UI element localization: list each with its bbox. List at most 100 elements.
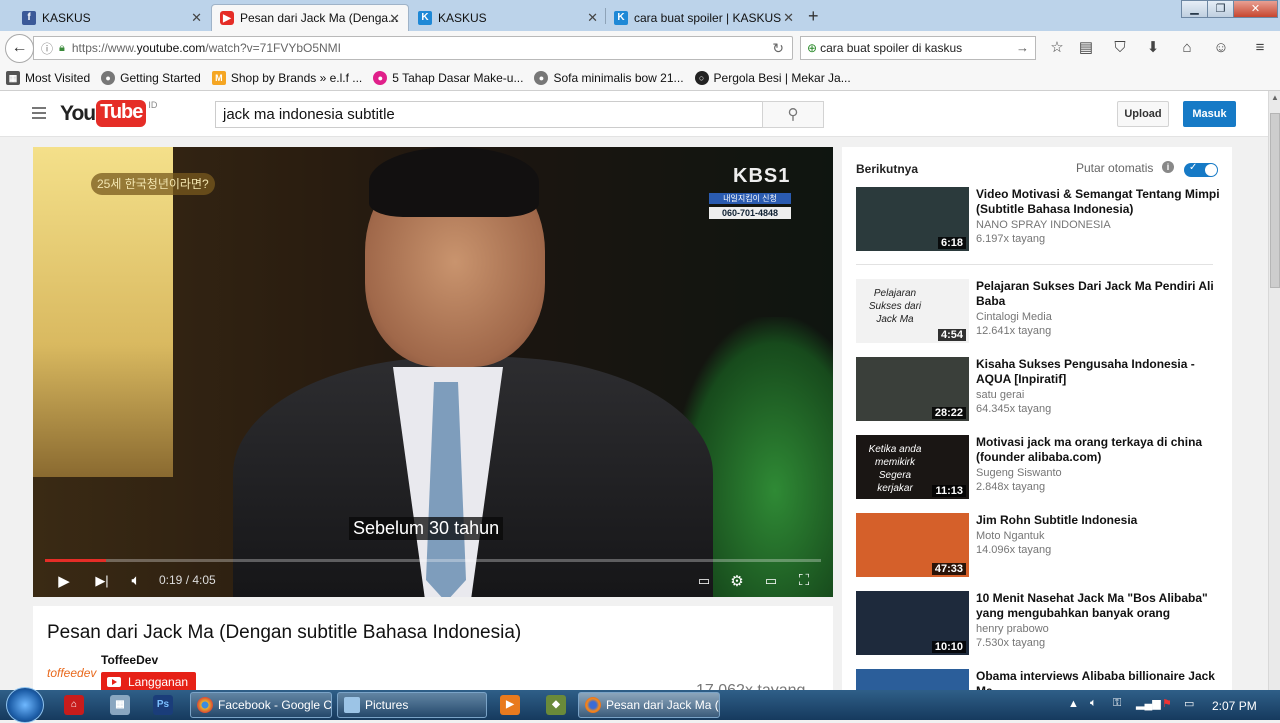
up-next-item[interactable]: Ketika anda memikirk Segera kerjakar 11:1…: [856, 435, 1226, 501]
up-next-item[interactable]: 28:22 Kisaha Sukses Pengusaha Indonesia -…: [856, 357, 1226, 423]
close-window-button[interactable]: ✕: [1233, 0, 1278, 18]
battery-icon[interactable]: ▭: [1184, 697, 1194, 710]
speaker-hair: [369, 147, 539, 217]
task-chrome-facebook[interactable]: Facebook - Google C...: [190, 692, 332, 718]
task-pictures[interactable]: Pictures: [337, 692, 487, 718]
search-button[interactable]: ⚲: [762, 101, 824, 128]
url-bar[interactable]: ⓘ 🔒︎ https://www.youtube.com/watch?v=71F…: [33, 36, 793, 60]
start-button[interactable]: [6, 687, 44, 723]
documents-icon[interactable]: ▦: [110, 695, 130, 715]
video-title-link[interactable]: Jim Rohn Subtitle Indonesia: [976, 513, 1221, 528]
video-thumbnail[interactable]: [856, 669, 969, 690]
toggle-knob: [1205, 164, 1217, 176]
reading-list-icon[interactable]: ▤: [1076, 38, 1096, 58]
video-title-link[interactable]: Motivasi jack ma orang terkaya di china …: [976, 435, 1221, 465]
photoshop-icon[interactable]: Ps: [153, 695, 173, 715]
view-count: 7.530x tayang: [976, 637, 1046, 649]
bookmark-shop-by-brands[interactable]: M Shop by Brands » e.l.f ...: [211, 71, 362, 85]
scrollbar-thumb[interactable]: [1270, 113, 1280, 288]
menu-icon[interactable]: ≡: [1250, 38, 1270, 58]
bookmark-most-visited[interactable]: ▦ Most Visited: [6, 71, 90, 85]
search-icon: ⚲: [787, 106, 799, 123]
info-icon[interactable]: i: [1162, 161, 1174, 173]
back-button[interactable]: ←: [5, 34, 34, 63]
theater-mode-icon[interactable]: ▭: [760, 564, 782, 597]
makeup-icon: ●: [373, 71, 388, 85]
usb-icon[interactable]: ⚿: [1113, 697, 1121, 710]
chrome-icon: [197, 697, 213, 713]
up-next-item[interactable]: Pelajaran Sukses dari Jack Ma 4:54 Pelajar…: [856, 279, 1226, 345]
channel-avatar[interactable]: toffeedev: [47, 666, 96, 680]
youtube-logo[interactable]: You Tube ID: [60, 100, 157, 127]
acrobat-icon[interactable]: ⌂: [64, 695, 84, 715]
youtube-search-input[interactable]: jack ma indonesia subtitle: [215, 101, 762, 128]
bookmark-star-icon[interactable]: ☆: [1047, 38, 1067, 58]
bookmark-getting-started[interactable]: ● Getting Started: [101, 71, 201, 85]
media-player-icon[interactable]: ▶: [500, 695, 520, 715]
play-icon[interactable]: ▶: [53, 564, 75, 597]
bookmark-pergola[interactable]: ○ Pergola Besi | Mekar Ja...: [694, 71, 851, 85]
up-next-item[interactable]: 10:10 10 Menit Nasehat Jack Ma "Bos Aliba…: [856, 591, 1226, 657]
video-thumbnail[interactable]: 10:10: [856, 591, 969, 655]
tab-separator: [605, 8, 606, 24]
video-thumbnail[interactable]: Pelajaran Sukses dari Jack Ma 4:54: [856, 279, 969, 343]
video-title-link[interactable]: Video Motivasi & Semangat Tentang Mimpi …: [976, 187, 1221, 217]
video-thumbnail[interactable]: 47:33: [856, 513, 969, 577]
tab-kaskus[interactable]: K KASKUS ✕: [410, 4, 606, 31]
reload-icon[interactable]: ↻: [772, 40, 784, 57]
volume-icon[interactable]: 🔈︎: [125, 564, 147, 597]
video-title-link[interactable]: Kisaha Sukses Pengusaha Indonesia - AQUA…: [976, 357, 1221, 387]
video-thumbnail[interactable]: 28:22: [856, 357, 969, 421]
task-firefox-active[interactable]: Pesan dari Jack Ma (...: [578, 692, 720, 718]
page-scrollbar[interactable]: ▲: [1268, 91, 1280, 690]
bookmark-sofa[interactable]: ● Sofa minimalis bow 21...: [534, 71, 684, 85]
sign-in-button[interactable]: Masuk: [1183, 101, 1236, 127]
tab-youtube-active[interactable]: ▶ Pesan dari Jack Ma (Denga... ✕: [211, 4, 409, 31]
progress-bar[interactable]: [45, 559, 821, 562]
next-video-icon[interactable]: ▶|: [91, 564, 113, 597]
video-player[interactable]: 25세 한국청년이라면? KBS1 내일지킴이 신청 060-701-4848 …: [33, 147, 833, 597]
maximize-button[interactable]: ❐: [1207, 0, 1234, 18]
close-tab-icon[interactable]: ✕: [191, 10, 202, 26]
new-tab-button[interactable]: +: [808, 6, 819, 27]
browser-search-field[interactable]: ⊕ cara buat spoiler di kaskus →: [800, 36, 1036, 60]
minimize-button[interactable]: ▁: [1181, 0, 1208, 18]
video-title-link[interactable]: Pelajaran Sukses Dari Jack Ma Pendiri Al…: [976, 279, 1221, 309]
video-title-link[interactable]: Obama interviews Alibaba billionaire Jac…: [976, 669, 1221, 690]
up-next-item[interactable]: Obama interviews Alibaba billionaire Jac…: [856, 669, 1226, 690]
tab-cara-buat-spoiler[interactable]: K cara buat spoiler | KASKUS ✕: [606, 4, 802, 31]
close-tab-icon[interactable]: ✕: [389, 11, 400, 27]
bookmark-make-up[interactable]: ● 5 Tahap Dasar Make-u...: [373, 71, 523, 85]
settings-gear-icon[interactable]: ⚙: [726, 564, 748, 597]
pocket-icon[interactable]: ⛉: [1110, 38, 1130, 58]
channel-name[interactable]: ToffeeDev: [101, 653, 158, 667]
search-go-icon[interactable]: →: [1016, 40, 1029, 55]
close-tab-icon[interactable]: ✕: [783, 10, 794, 26]
volume-tray-icon[interactable]: 🔈︎: [1090, 697, 1097, 710]
fullscreen-icon[interactable]: ⛶: [793, 564, 815, 597]
info-icon[interactable]: ⓘ: [41, 40, 53, 57]
downloads-icon[interactable]: ⬇: [1143, 38, 1163, 58]
app-icon[interactable]: ◆: [546, 695, 566, 715]
video-title-link[interactable]: 10 Menit Nasehat Jack Ma "Bos Alibaba" y…: [976, 591, 1221, 621]
video-thumbnail[interactable]: 6:18: [856, 187, 969, 251]
video-thumbnail[interactable]: Ketika anda memikirk Segera kerjakar 11:1…: [856, 435, 969, 499]
subtitles-icon[interactable]: ▭: [693, 564, 715, 597]
upload-button[interactable]: Upload: [1117, 101, 1169, 127]
chat-icon[interactable]: ☺: [1211, 38, 1231, 58]
video-duration: 4:54: [937, 329, 966, 341]
up-next-item[interactable]: 47:33 Jim Rohn Subtitle Indonesia Moto Nga…: [856, 513, 1226, 579]
thumbnail-caption: Pelajaran Sukses dari Jack Ma: [868, 288, 922, 325]
close-tab-icon[interactable]: ✕: [587, 10, 598, 26]
tab-kaskus-facebook[interactable]: f KASKUS ✕: [14, 4, 210, 31]
scroll-up-icon[interactable]: ▲: [1271, 93, 1279, 102]
action-center-icon[interactable]: ⚑: [1162, 697, 1172, 710]
tray-expand-icon[interactable]: ▲: [1068, 698, 1079, 710]
taskbar-clock[interactable]: 2:07 PM: [1212, 699, 1257, 713]
home-icon[interactable]: ⌂: [1177, 38, 1197, 58]
network-icon[interactable]: ▂▄▆: [1136, 697, 1161, 710]
autoplay-toggle[interactable]: ✓: [1184, 162, 1218, 177]
guide-menu-icon[interactable]: [32, 107, 46, 122]
up-next-item[interactable]: 6:18 Video Motivasi & Semangat Tentang Mi…: [856, 187, 1226, 253]
subscribe-button[interactable]: Langganan: [101, 672, 197, 692]
